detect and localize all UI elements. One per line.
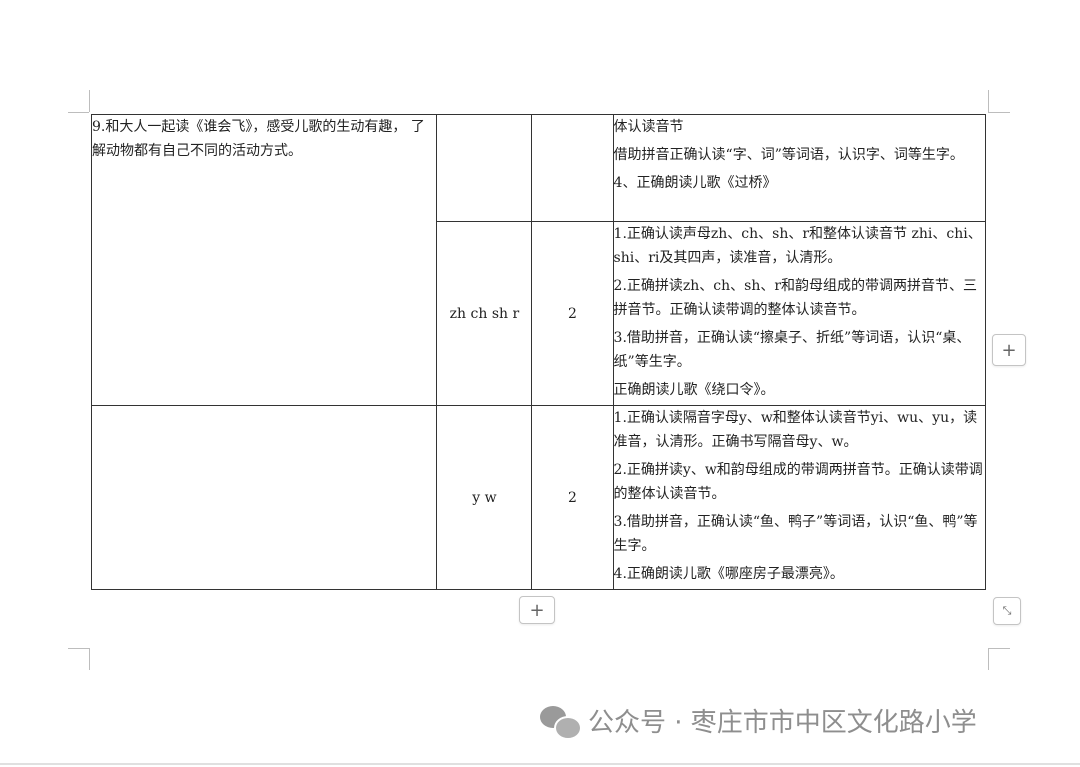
goal-item: 体认读音节: [613, 119, 684, 135]
goals-cell[interactable]: 1.正确认读隔音字母y、w和整体认读音节yi、wu、yu，读准音，认清形。正确书…: [612, 405, 987, 590]
goals-cell[interactable]: 1.正确认读声母zh、ch、sh、r和整体认读音节 zhi、chi、shi、ri…: [612, 221, 987, 406]
watermark: 公众号 · 枣庄市市中区文化路小学: [540, 702, 977, 740]
page-corner-mark: [988, 90, 989, 112]
goals-cell[interactable]: 体认读音节 借助拼音正确认读“字、词”等词语，认识字、词等生字。 4、正确朗读儿…: [612, 114, 987, 222]
goal-item: 4、正确朗读儿歌《过桥》: [613, 175, 777, 191]
goal-item: 4.正确朗读儿歌《哪座房子最漂亮》。: [613, 566, 844, 582]
letters-cell[interactable]: [436, 114, 533, 222]
add-row-button[interactable]: +: [519, 596, 555, 624]
page-corner-mark: [988, 648, 1010, 649]
plus-icon: +: [529, 599, 545, 621]
topic-cell[interactable]: [90, 405, 438, 590]
page-corner-mark: [68, 648, 89, 649]
page-corner-mark: [988, 112, 1010, 113]
goal-item: 正确朗读儿歌《绕口令》。: [613, 382, 775, 398]
letters-cell[interactable]: zh ch sh r: [436, 221, 533, 406]
table-row: y w 2 1.正确认读隔音字母y、w和整体认读音节yi、wu、yu，读准音，认…: [90, 405, 987, 590]
plus-icon: +: [1001, 339, 1017, 361]
hours-cell[interactable]: [531, 114, 614, 222]
add-column-button[interactable]: +: [992, 334, 1026, 366]
lesson-plan-table: 9.和大人一起读《谁会飞》，感受儿歌的生动有趣， 了解动物都有自己不同的活动方式…: [90, 114, 987, 590]
goal-item: 2.正确拼读zh、ch、sh、r和韵母组成的带调两拼音节、三拼音节。正确认读带调…: [613, 278, 978, 318]
page-corner-mark: [988, 648, 989, 670]
goal-item: 3.借助拼音，正确认读“擦桌子、折纸”等词语，认识“桌、纸”等生字。: [613, 330, 971, 370]
topic-cell[interactable]: 9.和大人一起读《谁会飞》，感受儿歌的生动有趣， 了解动物都有自己不同的活动方式…: [90, 114, 438, 406]
watermark-text: 公众号 · 枣庄市市中区文化路小学: [588, 708, 977, 738]
goal-item: 1.正确认读隔音字母y、w和整体认读音节yi、wu、yu，读准音，认清形。正确书…: [613, 410, 978, 450]
hours-cell[interactable]: 2: [531, 405, 614, 590]
table-row: 9.和大人一起读《谁会飞》，感受儿歌的生动有趣， 了解动物都有自己不同的活动方式…: [90, 114, 987, 406]
divider: [0, 763, 1080, 765]
goal-item: 1.正确认读声母zh、ch、sh、r和整体认读音节 zhi、chi、shi、ri…: [613, 226, 982, 266]
page-corner-mark: [89, 648, 90, 670]
goal-item: 借助拼音正确认读“字、词”等词语，认识字、词等生字。: [613, 147, 964, 163]
goal-item: 3.借助拼音，正确认读“鱼、鸭子”等词语，认识“鱼、鸭”等生字。: [613, 514, 978, 554]
letters-cell[interactable]: y w: [436, 405, 533, 590]
page-corner-mark: [68, 112, 89, 113]
page-corner-mark: [89, 90, 90, 112]
table-resize-handle[interactable]: ⤡: [993, 597, 1021, 625]
wechat-icon: [540, 704, 582, 740]
hours-cell[interactable]: 2: [531, 221, 614, 406]
resize-icon: ⤡: [1002, 604, 1012, 617]
goal-item: 2.正确拼读y、w和韵母组成的带调两拼音节。正确认读带调的整体认读音节。: [613, 462, 983, 502]
